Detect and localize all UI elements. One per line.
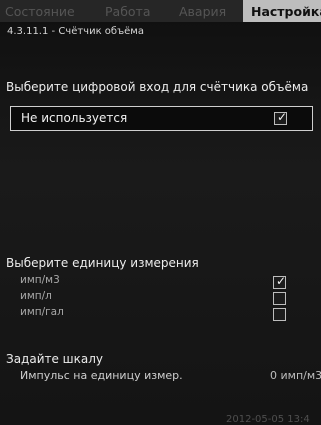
check-icon: ✓ <box>276 274 287 288</box>
scale-title: Задайте шкалу <box>6 352 104 366</box>
digital-input-selector[interactable]: Не используется ✓ <box>10 106 313 131</box>
settings-screen: Состояние Работа Авария Настройка 4.3.11… <box>0 0 321 425</box>
digital-input-checkbox[interactable]: ✓ <box>274 110 288 125</box>
pulse-per-unit-label: Импульс на единицу измер. <box>20 369 183 382</box>
unit-checkbox-imp-m3[interactable]: ✓ <box>273 274 287 289</box>
tab-operation[interactable]: Работа <box>105 4 151 19</box>
tab-alarm[interactable]: Авария <box>179 4 226 19</box>
unit-checkbox-imp-l[interactable] <box>273 292 286 305</box>
tab-settings[interactable]: Настройка <box>243 0 321 22</box>
digital-input-title: Выберите цифровой вход для счётчика объё… <box>6 80 309 94</box>
digital-input-value: Не используется <box>21 111 128 125</box>
tab-status[interactable]: Состояние <box>5 4 75 19</box>
unit-title: Выберите единицу измерения <box>6 256 199 270</box>
datetime-display: 2012-05-05 13:4 <box>226 414 310 425</box>
tab-bar: Состояние Работа Авария Настройка <box>0 0 321 22</box>
unit-option-imp-gal[interactable]: имп/гал <box>20 306 64 318</box>
unit-checkbox-imp-gal[interactable] <box>273 308 286 321</box>
unit-option-imp-m3[interactable]: имп/м3 <box>20 274 60 286</box>
unit-option-imp-l[interactable]: имп/л <box>20 290 52 302</box>
check-icon: ✓ <box>277 110 288 124</box>
pulse-per-unit-value[interactable]: 0 имп/м3 <box>270 369 321 382</box>
breadcrumb: 4.3.11.1 - Счётчик объёма <box>7 26 144 37</box>
